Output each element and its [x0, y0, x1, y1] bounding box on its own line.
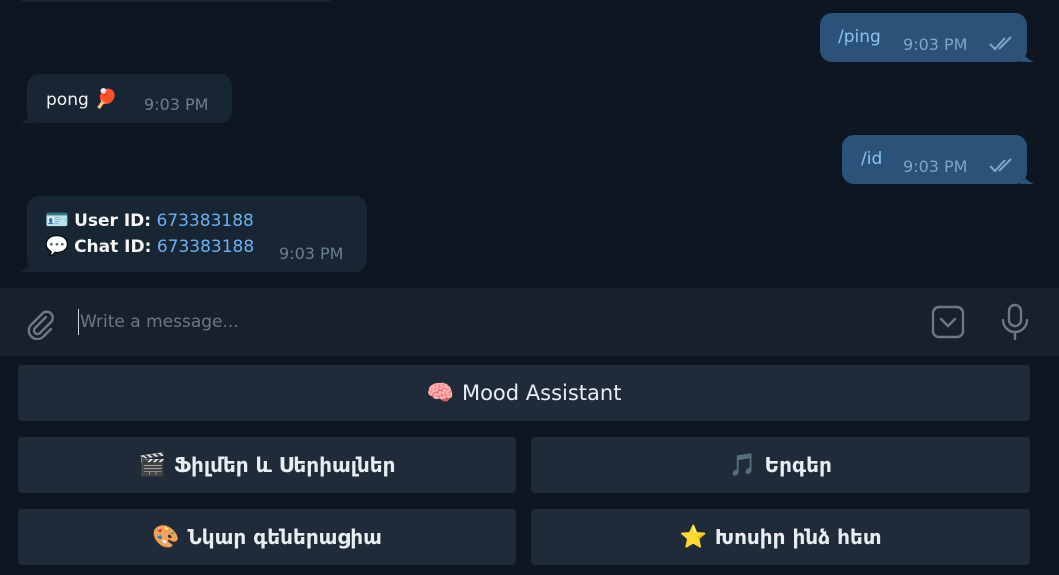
- incoming-message[interactable]: 🪪 User ID: 673383188 💬 Chat ID: 67338318…: [20, 196, 367, 272]
- songs-button[interactable]: 🎵 Երգեր: [531, 437, 1030, 493]
- telegram-chat-window: /ping 9:03 PM pong 🏓 9:03 PM /id 9:03 PM: [0, 0, 1059, 575]
- button-label: Երգեր: [764, 453, 832, 477]
- message-input[interactable]: [80, 308, 900, 336]
- bubble-tail: [1020, 170, 1034, 184]
- clapper-board-icon: 🎬: [138, 452, 166, 478]
- user-id-line: 🪪 User ID: 673383188: [45, 208, 254, 231]
- message-time: 9:03 PM: [903, 157, 968, 176]
- user-id-value[interactable]: 673383188: [156, 211, 253, 231]
- message-time: 9:03 PM: [279, 244, 344, 263]
- paperclip-icon[interactable]: [22, 306, 56, 340]
- message-time: 9:03 PM: [903, 35, 968, 54]
- previous-message-edge: [18, 0, 334, 2]
- button-label: Mood Assistant: [461, 381, 622, 405]
- palette-icon: 🎨: [152, 524, 180, 550]
- text-caret: [78, 309, 79, 335]
- chat-id-value[interactable]: 673383188: [157, 237, 254, 257]
- message-composer: [0, 287, 1059, 356]
- message-text: pong 🏓: [46, 87, 118, 110]
- bot-keyboard-icon[interactable]: [931, 305, 965, 339]
- id-card-icon: 🪪: [45, 209, 69, 231]
- bubble-tail: [20, 109, 34, 123]
- message-text: /ping: [838, 27, 881, 47]
- star-icon: ⭐: [679, 524, 707, 550]
- button-label: Խոսիր ինձ հետ: [714, 525, 882, 549]
- button-label: Ֆիլմեր և Սերիալներ: [173, 453, 396, 477]
- mood-assistant-button[interactable]: 🧠 Mood Assistant: [18, 365, 1030, 421]
- microphone-icon[interactable]: [998, 303, 1032, 341]
- double-check-icon: [989, 158, 1012, 173]
- image-generation-button[interactable]: 🎨 Նկար գեներացիա: [18, 509, 516, 565]
- bubble-tail: [1020, 48, 1034, 62]
- music-note-icon: 🎵: [729, 452, 757, 478]
- ping-pong-emoji-icon: 🏓: [94, 88, 118, 110]
- message-time: 9:03 PM: [144, 95, 209, 114]
- bubble-tail: [20, 258, 34, 272]
- message-list[interactable]: /ping 9:03 PM pong 🏓 9:03 PM /id 9:03 PM: [0, 0, 1059, 287]
- outgoing-message[interactable]: /ping 9:03 PM: [820, 13, 1034, 62]
- incoming-message[interactable]: pong 🏓 9:03 PM: [20, 74, 232, 123]
- outgoing-message[interactable]: /id 9:03 PM: [842, 135, 1034, 184]
- message-text: /id: [861, 149, 883, 169]
- brain-icon: 🧠: [426, 380, 454, 406]
- talk-to-me-button[interactable]: ⭐ Խոսիր ինձ հետ: [531, 509, 1030, 565]
- message-text-body: pong: [46, 90, 89, 110]
- chat-id-label: Chat ID:: [74, 237, 152, 257]
- double-check-icon: [989, 36, 1012, 51]
- speech-bubble-icon: 💬: [45, 235, 69, 257]
- chat-id-line: 💬 Chat ID: 673383188: [45, 234, 254, 257]
- bot-reply-keyboard: 🧠 Mood Assistant 🎬 Ֆիլմեր և Սերիալներ 🎵 …: [0, 356, 1059, 575]
- user-id-label: User ID:: [74, 211, 152, 231]
- button-label: Նկար գեներացիա: [187, 525, 382, 549]
- movies-series-button[interactable]: 🎬 Ֆիլմեր և Սերիալներ: [18, 437, 516, 493]
